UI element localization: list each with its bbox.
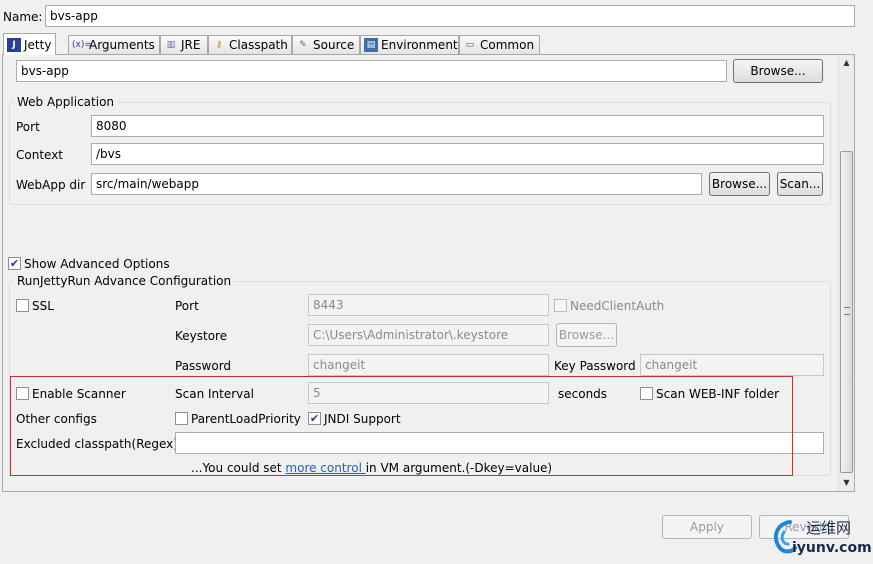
webapp-scan-button[interactable]: Scan... bbox=[777, 172, 823, 196]
ssl-port-label: Port bbox=[175, 299, 199, 313]
tab-label: Source bbox=[313, 38, 355, 52]
name-label: Name: bbox=[3, 10, 43, 24]
key-password-input[interactable]: changeit bbox=[640, 354, 824, 376]
show-advanced-checkbox[interactable]: ✔ bbox=[8, 257, 21, 270]
vertical-scrollbar[interactable]: ▲ ▼ bbox=[838, 55, 854, 491]
need-client-auth-label: NeedClientAuth bbox=[570, 299, 665, 313]
scroll-down-icon[interactable]: ▼ bbox=[841, 477, 852, 489]
web-application-title: Web Application bbox=[14, 94, 118, 110]
advanced-config-title: RunJettyRun Advance Configuration bbox=[14, 273, 235, 289]
classpath-icon: ⚷ bbox=[215, 40, 223, 50]
port-label: Port bbox=[16, 120, 40, 134]
key-password-label: Key Password bbox=[554, 359, 636, 373]
name-input[interactable]: bvs-app bbox=[45, 5, 855, 27]
environment-icon: ▤ bbox=[364, 38, 378, 52]
tab-label: Arguments bbox=[89, 38, 155, 52]
webapp-dir-label: WebApp dir bbox=[16, 178, 86, 192]
project-input[interactable]: bvs-app bbox=[16, 60, 727, 82]
project-browse-button[interactable]: Browse... bbox=[733, 59, 823, 83]
watermark-text-domain: iyunv.com bbox=[792, 540, 872, 556]
tab-label: JRE bbox=[181, 38, 201, 52]
apply-button[interactable]: Apply bbox=[662, 515, 752, 539]
tab-label: Environment bbox=[381, 38, 458, 52]
tab-jre[interactable]: ▥ JRE bbox=[160, 35, 208, 54]
watermark-logo: 运维网 iyunv.com bbox=[770, 516, 872, 560]
arguments-icon: (x)= bbox=[72, 40, 92, 50]
show-advanced-label: Show Advanced Options bbox=[24, 257, 170, 271]
password-input[interactable]: changeit bbox=[308, 354, 549, 376]
watermark-text-cn: 运维网 bbox=[806, 519, 852, 537]
webapp-browse-button[interactable]: Browse... bbox=[709, 172, 770, 196]
tab-source[interactable]: ✎ Source bbox=[292, 35, 360, 54]
common-icon: ▭ bbox=[465, 40, 475, 50]
keystore-browse-button[interactable]: Browse... bbox=[556, 323, 617, 347]
tab-label: Common bbox=[480, 38, 535, 52]
keystore-input[interactable]: C:\Users\Administrator\.keystore bbox=[308, 324, 549, 346]
tab-label: Classpath bbox=[229, 38, 288, 52]
tab-label: Jetty bbox=[24, 37, 52, 52]
scrollbar-thumb[interactable] bbox=[840, 151, 853, 473]
port-input[interactable]: 8080 bbox=[91, 115, 824, 137]
ssl-label: SSL bbox=[32, 299, 54, 313]
context-input[interactable]: /bvs bbox=[91, 143, 824, 165]
password-label: Password bbox=[175, 359, 232, 373]
source-icon: ✎ bbox=[299, 40, 307, 50]
keystore-label: Keystore bbox=[175, 329, 228, 343]
ssl-port-input[interactable]: 8443 bbox=[308, 294, 549, 316]
highlight-annotation-box bbox=[10, 376, 793, 476]
context-label: Context bbox=[16, 148, 64, 162]
jetty-icon: J bbox=[7, 37, 21, 52]
tab-classpath[interactable]: ⚷ Classpath bbox=[208, 35, 292, 54]
jre-icon: ▥ bbox=[166, 40, 176, 50]
tab-arguments[interactable]: (x)= Arguments bbox=[68, 35, 160, 54]
scroll-up-icon[interactable]: ▲ bbox=[841, 57, 852, 69]
tab-common[interactable]: ▭ Common bbox=[459, 35, 540, 54]
ssl-checkbox[interactable] bbox=[16, 299, 29, 312]
tab-jetty[interactable]: J Jetty bbox=[3, 33, 57, 55]
tab-environment[interactable]: ▤ Environment bbox=[360, 35, 459, 54]
grip-icon bbox=[844, 307, 850, 315]
need-client-auth-checkbox[interactable] bbox=[554, 299, 567, 312]
webapp-dir-input[interactable]: src/main/webapp bbox=[91, 173, 702, 195]
